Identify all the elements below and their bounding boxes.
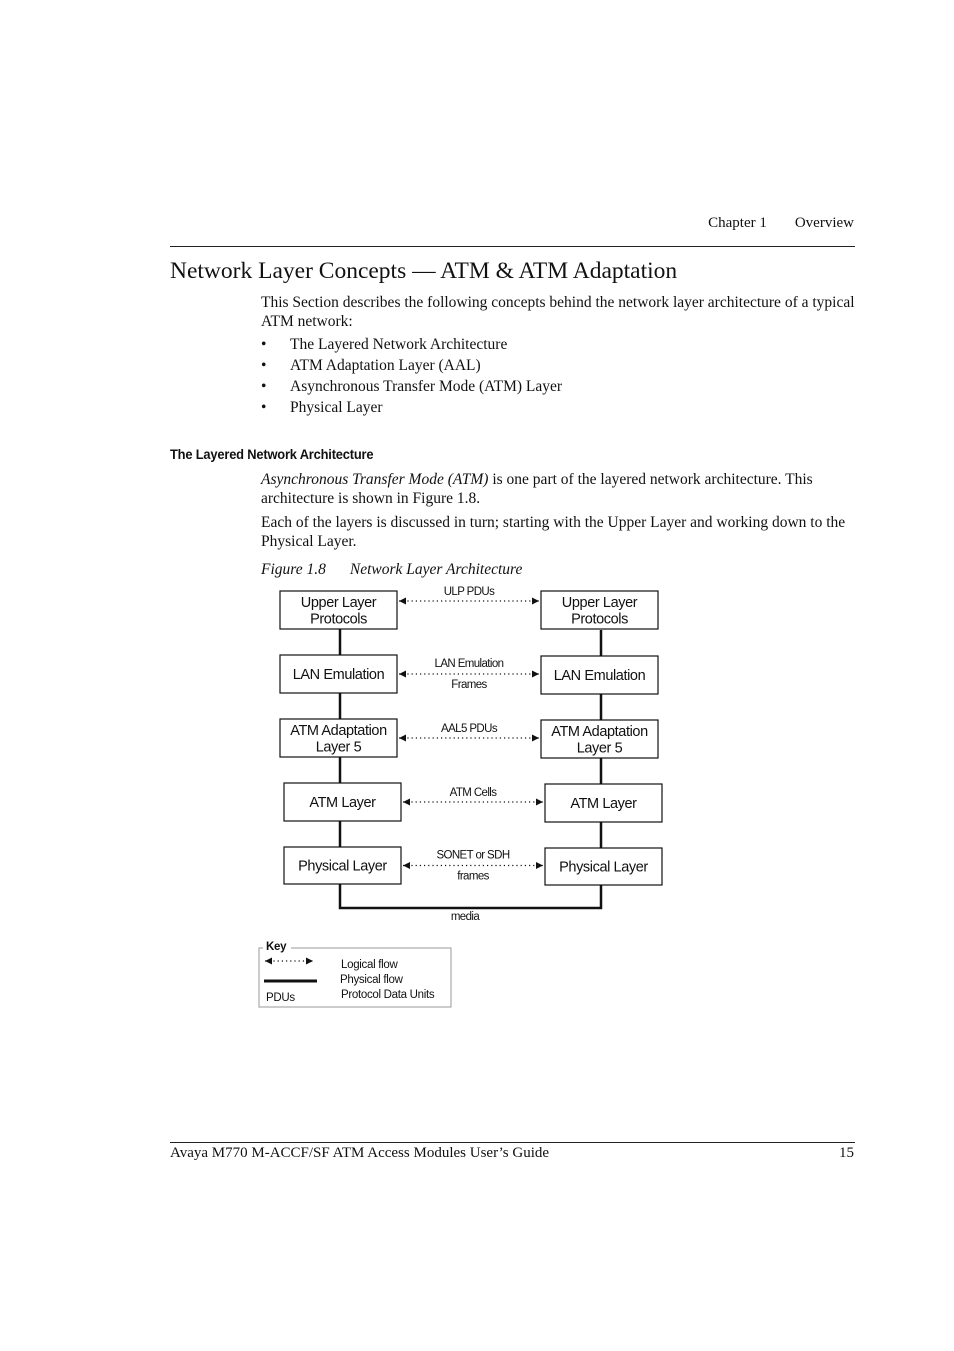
flow-label: ATM Cells (450, 787, 498, 799)
layer-box-right: ATM AdaptationLayer 5 (540, 719, 659, 759)
layer-box-left: LAN Emulation (279, 654, 398, 694)
page-title: Network Layer Concepts — ATM & ATM Adapt… (170, 258, 678, 284)
bullet-icon: • (261, 399, 267, 416)
flow-label: ULP PDUs (444, 586, 495, 598)
layer-box-frame (279, 718, 398, 758)
layer-box-label: ATM Adaptation (290, 723, 387, 739)
layer-box-frame (279, 654, 398, 694)
layer-box-label: LAN Emulation (554, 668, 646, 684)
figure-caption: Figure 1.8 Network Layer Architecture (261, 561, 522, 579)
layer-box-frame (283, 782, 402, 822)
section-paragraph-2: Each of the layers is discussed in turn;… (261, 514, 846, 550)
key-physical-flow: Physical flow (340, 974, 404, 986)
bullet-icon: • (261, 336, 267, 353)
layer-box-left: Upper LayerProtocols (279, 590, 398, 630)
layer-box-frame (540, 655, 659, 695)
layer-boxes: Upper LayerProtocolsUpper LayerProtocols… (279, 590, 663, 886)
layer-box-frame (544, 783, 663, 823)
key-pdus-abbrev: PDUs (266, 992, 295, 1004)
header-rule (170, 246, 855, 247)
key-title: Key (266, 941, 287, 953)
logical-flow: ATM Cells (403, 787, 543, 806)
flow-label: AAL5 PDUs (441, 723, 498, 735)
list-item: • ATM Adaptation Layer (AAL) (261, 357, 481, 374)
intro-paragraph: This Section describes the following con… (261, 294, 855, 330)
list-item: • Asynchronous Transfer Mode (ATM) Layer (261, 378, 563, 395)
layer-box-label: Physical Layer (559, 860, 648, 876)
flow-label: Frames (451, 679, 487, 691)
chapter-label: Chapter 1 (708, 215, 767, 231)
flow-label: frames (457, 871, 489, 883)
layer-box-right: Upper LayerProtocols (540, 590, 659, 630)
key-logical-flow: Logical flow (341, 959, 398, 971)
layer-box-frame (283, 846, 402, 885)
layer-box-label: LAN Emulation (293, 667, 385, 683)
layer-box-label: Protocols (310, 612, 367, 628)
layer-box-right: LAN Emulation (540, 655, 659, 695)
layer-box-frame (540, 590, 659, 630)
layer-box-label: Upper Layer (562, 595, 638, 611)
section-heading: The Layered Network Architecture (170, 446, 374, 462)
concept-list: • The Layered Network Architecture • ATM A… (261, 335, 562, 419)
layer-box-left: ATM AdaptationLayer 5 (279, 718, 398, 758)
physical-flow-line (338, 629, 603, 910)
layer-box-right: Physical Layer (544, 847, 663, 886)
layer-box-frame (279, 590, 398, 630)
layer-box-frame (540, 719, 659, 759)
list-item: • The Layered Network Architecture (261, 336, 508, 353)
figure-title: Network Layer Architecture (349, 561, 523, 578)
layer-box-right: ATM Layer (544, 783, 663, 823)
physical-flow-lines: media (338, 629, 603, 923)
footer-rule (170, 1142, 855, 1143)
layer-box-label: ATM Layer (570, 796, 637, 812)
logical-flow: ULP PDUs (399, 586, 539, 605)
flow-label: LAN Emulation (435, 658, 504, 670)
bullet-icon: • (261, 378, 267, 395)
layer-box-left: Physical Layer (283, 846, 402, 885)
diagram-key: Key Logical flow Physical flow PDUs Protocol… (258, 941, 452, 1008)
logical-flows: ULP PDUs LAN Emulation Frames AAL5 PDUs ATM … (399, 586, 543, 883)
layer-box-label: Physical Layer (298, 859, 387, 875)
key-pdus-full: Protocol Data Units (341, 989, 435, 1001)
layer-box-label: Upper Layer (301, 595, 377, 611)
layer-box-frame (544, 847, 663, 886)
list-item: • Physical Layer (261, 399, 383, 416)
logical-flow: AAL5 PDUs (399, 723, 539, 742)
bullet-icon: • (261, 357, 267, 374)
layer-box-label: Layer 5 (577, 741, 623, 757)
layer-box-label: ATM Layer (309, 795, 376, 811)
layer-box-label: Layer 5 (316, 740, 362, 756)
footer-title: Avaya M770 M-ACCF/SF ATM Access Modules … (170, 1145, 550, 1161)
figure-number: Figure 1.8 (261, 561, 326, 578)
media-label: media (451, 911, 481, 923)
running-header: Chapter 1 Overview (680, 215, 854, 232)
section-paragraph-1: Asynchronous Transfer Mode (ATM) is one … (261, 471, 813, 507)
logical-flow: SONET or SDH frames (403, 850, 543, 883)
layer-box-left: ATM Layer (283, 782, 402, 822)
flow-label: SONET or SDH (436, 850, 509, 862)
key-frame (258, 947, 452, 1008)
layer-box-label: Protocols (571, 612, 628, 628)
page-number: 15 (839, 1145, 854, 1161)
atm-term: Asynchronous Transfer Mode (ATM) (261, 471, 489, 488)
layer-box-label: ATM Adaptation (551, 724, 648, 740)
section-label: Overview (794, 215, 854, 231)
logical-flow: LAN Emulation Frames (399, 658, 539, 691)
